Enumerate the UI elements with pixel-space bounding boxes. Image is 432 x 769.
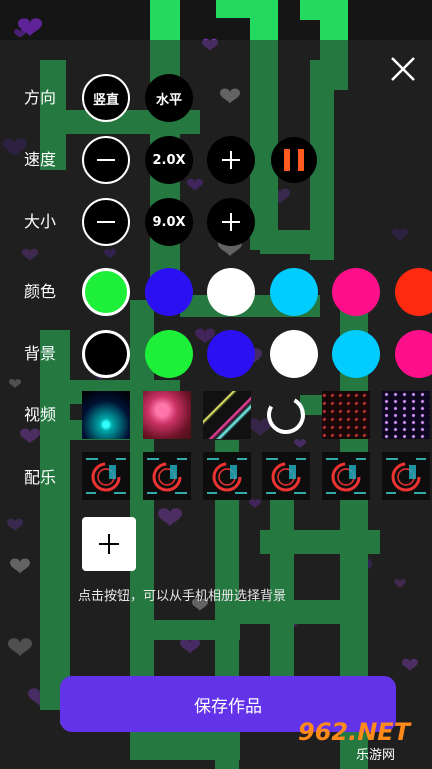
video-label: 视频 [24,405,57,424]
music-disc-icon [386,458,426,494]
direction-horizontal-button[interactable]: 水平 [145,74,193,122]
speed-label: 速度 [24,150,57,169]
watermark-logo: 962.NET [298,718,411,746]
text-color-swatch[interactable] [270,268,318,316]
size-increase-button[interactable] [207,198,255,246]
music-disc-icon [147,458,187,494]
background-color-swatch[interactable] [82,330,130,378]
size-decrease-button[interactable] [82,198,130,246]
music-track-thumb[interactable] [143,452,191,500]
music-label: 配乐 [24,468,57,487]
speed-decrease-button[interactable] [82,136,130,184]
video-thumb-pink-bokeh[interactable] [143,391,191,439]
text-color-swatch[interactable] [82,268,130,316]
music-track-thumb[interactable] [82,452,130,500]
music-track-thumb[interactable] [262,452,310,500]
text-color-swatch[interactable] [145,268,193,316]
pause-button[interactable] [271,137,317,183]
music-disc-icon [207,458,247,494]
background-color-swatch[interactable] [145,330,193,378]
speed-value: 2.0X [145,136,193,184]
minus-icon [97,159,115,161]
color-label: 颜色 [24,282,57,301]
minus-icon [97,221,115,223]
speed-increase-button[interactable] [207,136,255,184]
plus-icon [222,213,240,231]
direction-vertical-button[interactable]: 竖直 [82,74,130,122]
music-track-thumb[interactable] [382,452,430,500]
video-thumb-purple-sparkles[interactable] [382,391,430,439]
video-thumb-neon-lines[interactable] [203,391,251,439]
text-color-swatch[interactable] [207,268,255,316]
custom-background-hint: 点击按钮，可以从手机相册选择背景 [77,589,286,604]
video-thumb-blue-burst[interactable] [82,391,130,439]
video-thumb-red-dots[interactable] [322,391,370,439]
loading-spinner-icon [267,396,305,434]
background-color-swatch[interactable] [207,330,255,378]
background-label: 背景 [24,344,57,363]
direction-label: 方向 [24,88,57,107]
background-color-swatch[interactable] [332,330,380,378]
pause-icon-bar-right [298,149,304,171]
music-track-thumb[interactable] [322,452,370,500]
plus-icon [222,151,240,169]
music-disc-icon [326,458,366,494]
music-disc-icon [266,458,306,494]
site-watermark: 962.NET 乐游网 [290,716,430,766]
pause-icon-bar-left [284,149,290,171]
plus-icon [99,534,119,554]
music-track-thumb[interactable] [203,452,251,500]
background-color-swatch[interactable] [270,330,318,378]
add-background-button[interactable] [82,517,136,571]
close-icon[interactable] [386,52,420,86]
music-disc-icon [86,458,126,494]
text-color-swatch[interactable] [332,268,380,316]
watermark-subtitle: 乐游网 [356,748,396,763]
size-value: 9.0X [145,198,193,246]
size-label: 大小 [24,212,57,231]
video-thumb-loading[interactable] [262,391,310,439]
